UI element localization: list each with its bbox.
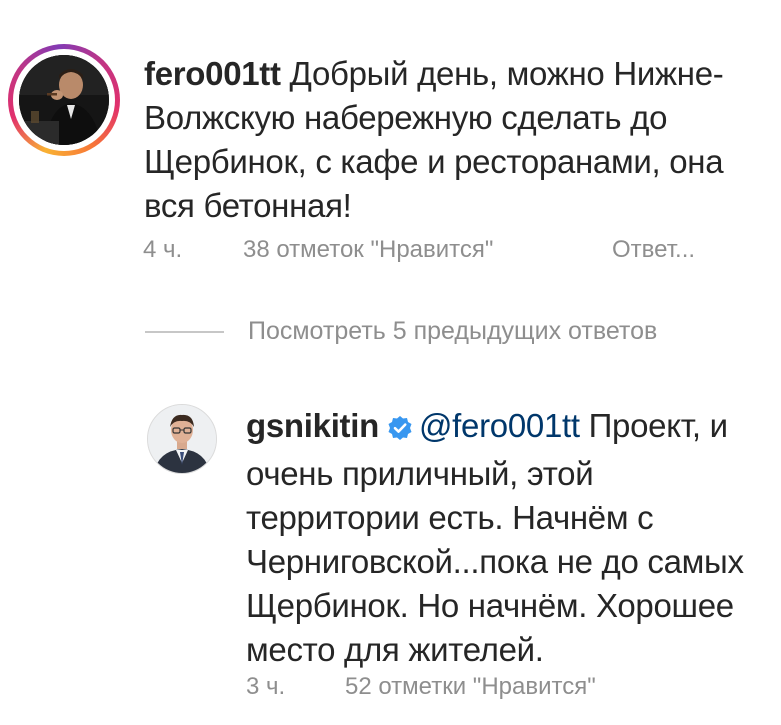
comment-text: fero001tt Добрый день, можно Нижне-Волжс…: [144, 52, 774, 228]
reply-mention[interactable]: @fero001tt: [419, 407, 580, 444]
reply-timestamp[interactable]: 3 ч.: [246, 673, 285, 701]
reply-text: gsnikitin @fero001tt Проект, и очень прил…: [246, 404, 766, 672]
comment-timestamp[interactable]: 4 ч.: [143, 236, 182, 264]
reply-button[interactable]: Ответ...: [612, 236, 695, 264]
avatar: [19, 55, 109, 145]
comment-likes[interactable]: 38 отметок "Нравится": [243, 236, 493, 264]
reply-body: Проект, и очень приличный, этой территор…: [246, 407, 744, 668]
verified-badge-icon: [387, 408, 413, 452]
replies-divider: [145, 331, 224, 333]
reply-likes[interactable]: 52 отметки "Нравится": [345, 673, 596, 701]
comment-username[interactable]: fero001tt: [144, 55, 281, 92]
story-ring-avatar[interactable]: [8, 44, 120, 156]
view-replies-button[interactable]: Посмотреть 5 предыдущих ответов: [248, 317, 657, 346]
reply-username[interactable]: gsnikitin: [246, 407, 379, 444]
reply-avatar[interactable]: [147, 404, 217, 474]
